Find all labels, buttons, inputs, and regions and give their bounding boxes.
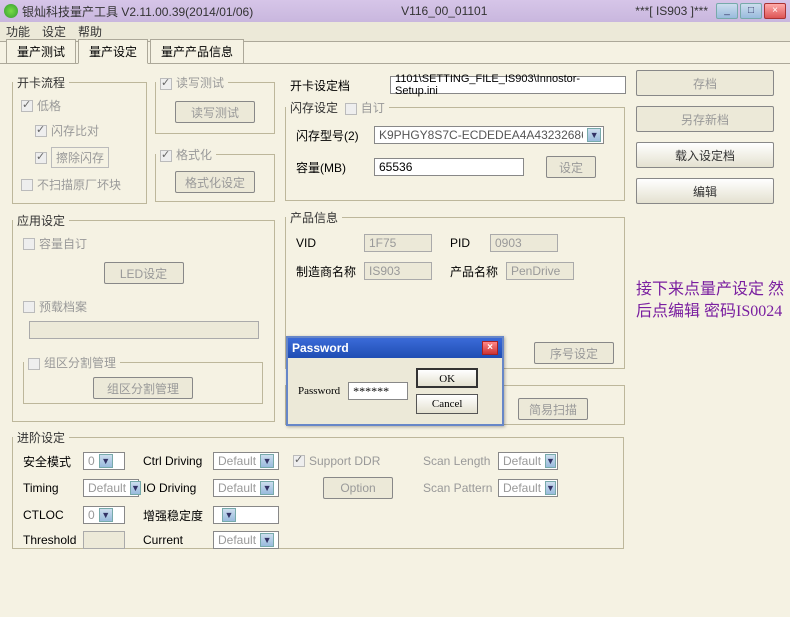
minimize-button[interactable]: _ bbox=[716, 3, 738, 19]
sel-ctrl-drv: Default▼ bbox=[213, 452, 279, 470]
in-cap[interactable]: 65536 bbox=[374, 158, 524, 176]
ok-button[interactable]: OK bbox=[416, 368, 478, 388]
sel-scan-len: Default▼ bbox=[498, 452, 558, 470]
card-path-label: 开卡设定档 bbox=[290, 77, 350, 94]
tabstrip: 量产测试 量产设定 量产产品信息 bbox=[0, 42, 790, 64]
chk-ddr bbox=[293, 455, 305, 467]
chk-flash-cmp bbox=[35, 125, 47, 137]
group-flash: 闪存设定 自订 闪存型号(2) K9PHGY8S7C-ECDEDEA4A4323… bbox=[285, 99, 625, 201]
save-as-btn: 另存新档 bbox=[636, 106, 774, 132]
dialog-label: Password bbox=[298, 385, 340, 397]
group-adv-legend: 进阶设定 bbox=[13, 429, 69, 446]
group-opencard-legend: 开卡流程 bbox=[13, 74, 69, 91]
chk-lowlevel bbox=[21, 100, 33, 112]
chevron-down-icon: ▼ bbox=[260, 481, 274, 495]
chevron-down-icon: ▼ bbox=[99, 508, 113, 522]
title-text: 银灿科技量产工具 V2.11.00.39(2014/01/06) bbox=[22, 3, 253, 20]
rw-btn: 读写测试 bbox=[175, 101, 255, 123]
fmt-btn: 格式化设定 bbox=[175, 171, 255, 193]
tab-mp-prodinfo[interactable]: 量产产品信息 bbox=[150, 39, 244, 63]
sel-ctloc: 0▼ bbox=[83, 506, 125, 524]
in-threshold bbox=[83, 531, 125, 549]
card-path[interactable]: 1101\SETTING_FILE_IS903\Innostor-Setup.i… bbox=[390, 76, 626, 94]
group-prod-legend: 产品信息 bbox=[286, 209, 342, 226]
group-adv: 进阶设定 安全模式 0▼ Ctrl Driving Default▼ Suppo… bbox=[12, 429, 624, 549]
maximize-button[interactable]: □ bbox=[740, 3, 762, 19]
group-app: 应用设定 容量自订 LED设定 预载档案 组区分割管理 组区分割管理 bbox=[12, 212, 275, 422]
sn-btn: 序号设定 bbox=[534, 342, 614, 364]
sel-flash-model[interactable]: K9PHGY8S7C-ECDEDEA4A432326868C5C5-8▼ bbox=[374, 126, 604, 144]
dialog-title: Password bbox=[292, 341, 349, 355]
group-fmt: 格式化 格式化设定 bbox=[155, 146, 275, 202]
chk-fmt bbox=[160, 150, 172, 162]
part-btn: 组区分割管理 bbox=[93, 377, 193, 399]
chk-part bbox=[28, 358, 40, 370]
cancel-button[interactable]: Cancel bbox=[416, 394, 478, 414]
menu-func[interactable]: 功能 bbox=[6, 23, 30, 40]
menu-help[interactable]: 帮助 bbox=[78, 23, 102, 40]
chevron-down-icon: ▼ bbox=[130, 481, 141, 495]
load-btn[interactable]: 载入设定档 bbox=[636, 142, 774, 168]
titlebar: 银灿科技量产工具 V2.11.00.39(2014/01/06) V116_00… bbox=[0, 0, 790, 22]
sel-safe-mode: 0▼ bbox=[83, 452, 125, 470]
chk-cap-custom bbox=[23, 238, 35, 250]
chevron-down-icon: ▼ bbox=[545, 454, 556, 468]
chk-no-scan bbox=[21, 179, 33, 191]
group-part: 组区分割管理 组区分割管理 bbox=[23, 354, 263, 404]
in-pname: PenDrive bbox=[506, 262, 574, 280]
led-btn: LED设定 bbox=[104, 262, 184, 284]
title-device: ***[ IS903 ]*** bbox=[635, 4, 708, 18]
chk-preload bbox=[23, 301, 35, 313]
group-app-legend: 应用设定 bbox=[13, 212, 69, 229]
tab-mp-setting[interactable]: 量产设定 bbox=[78, 39, 148, 64]
annotation-text: 接下来点量产设定 然后点编辑 密码IS0024 bbox=[636, 279, 786, 323]
sel-timing: Default▼ bbox=[83, 479, 139, 497]
in-pid: 0903 bbox=[490, 234, 558, 252]
dialog-close-button[interactable]: × bbox=[482, 341, 498, 355]
chevron-down-icon: ▼ bbox=[260, 454, 274, 468]
chevron-down-icon: ▼ bbox=[222, 508, 236, 522]
close-button[interactable]: × bbox=[764, 3, 786, 19]
title-version: V116_00_01101 bbox=[253, 4, 635, 18]
preload-path bbox=[29, 321, 259, 339]
sel-io-drv: Default▼ bbox=[213, 479, 279, 497]
option-btn: Option bbox=[323, 477, 393, 499]
easy-scan-btn: 简易扫描 bbox=[518, 398, 588, 420]
password-input[interactable]: ****** bbox=[348, 382, 408, 400]
in-vendor: IS903 bbox=[364, 262, 432, 280]
chevron-down-icon: ▼ bbox=[545, 481, 556, 495]
sel-current: Default▼ bbox=[213, 531, 279, 549]
flash-set-btn: 设定 bbox=[546, 156, 596, 178]
chevron-down-icon: ▼ bbox=[587, 128, 601, 142]
menu-setting[interactable]: 设定 bbox=[42, 23, 66, 40]
chk-rw bbox=[160, 78, 172, 90]
chevron-down-icon: ▼ bbox=[99, 454, 113, 468]
save-btn: 存档 bbox=[636, 70, 774, 96]
chk-erase-flash bbox=[35, 152, 47, 164]
password-dialog: Password × Password ****** OK Cancel bbox=[286, 336, 504, 426]
app-icon bbox=[4, 4, 18, 18]
chevron-down-icon: ▼ bbox=[260, 533, 274, 547]
sel-scan-pat: Default▼ bbox=[498, 479, 558, 497]
chk-flash-custom bbox=[345, 103, 357, 115]
sel-enh: ▼ bbox=[213, 506, 279, 524]
edit-btn[interactable]: 编辑 bbox=[636, 178, 774, 204]
group-opencard: 开卡流程 低格 闪存比对 擦除闪存 不扫描原厂坏块 bbox=[12, 74, 147, 204]
group-rw: 读写测试 读写测试 bbox=[155, 74, 275, 134]
tab-mp-test[interactable]: 量产测试 bbox=[6, 39, 76, 63]
in-vid: 1F75 bbox=[364, 234, 432, 252]
